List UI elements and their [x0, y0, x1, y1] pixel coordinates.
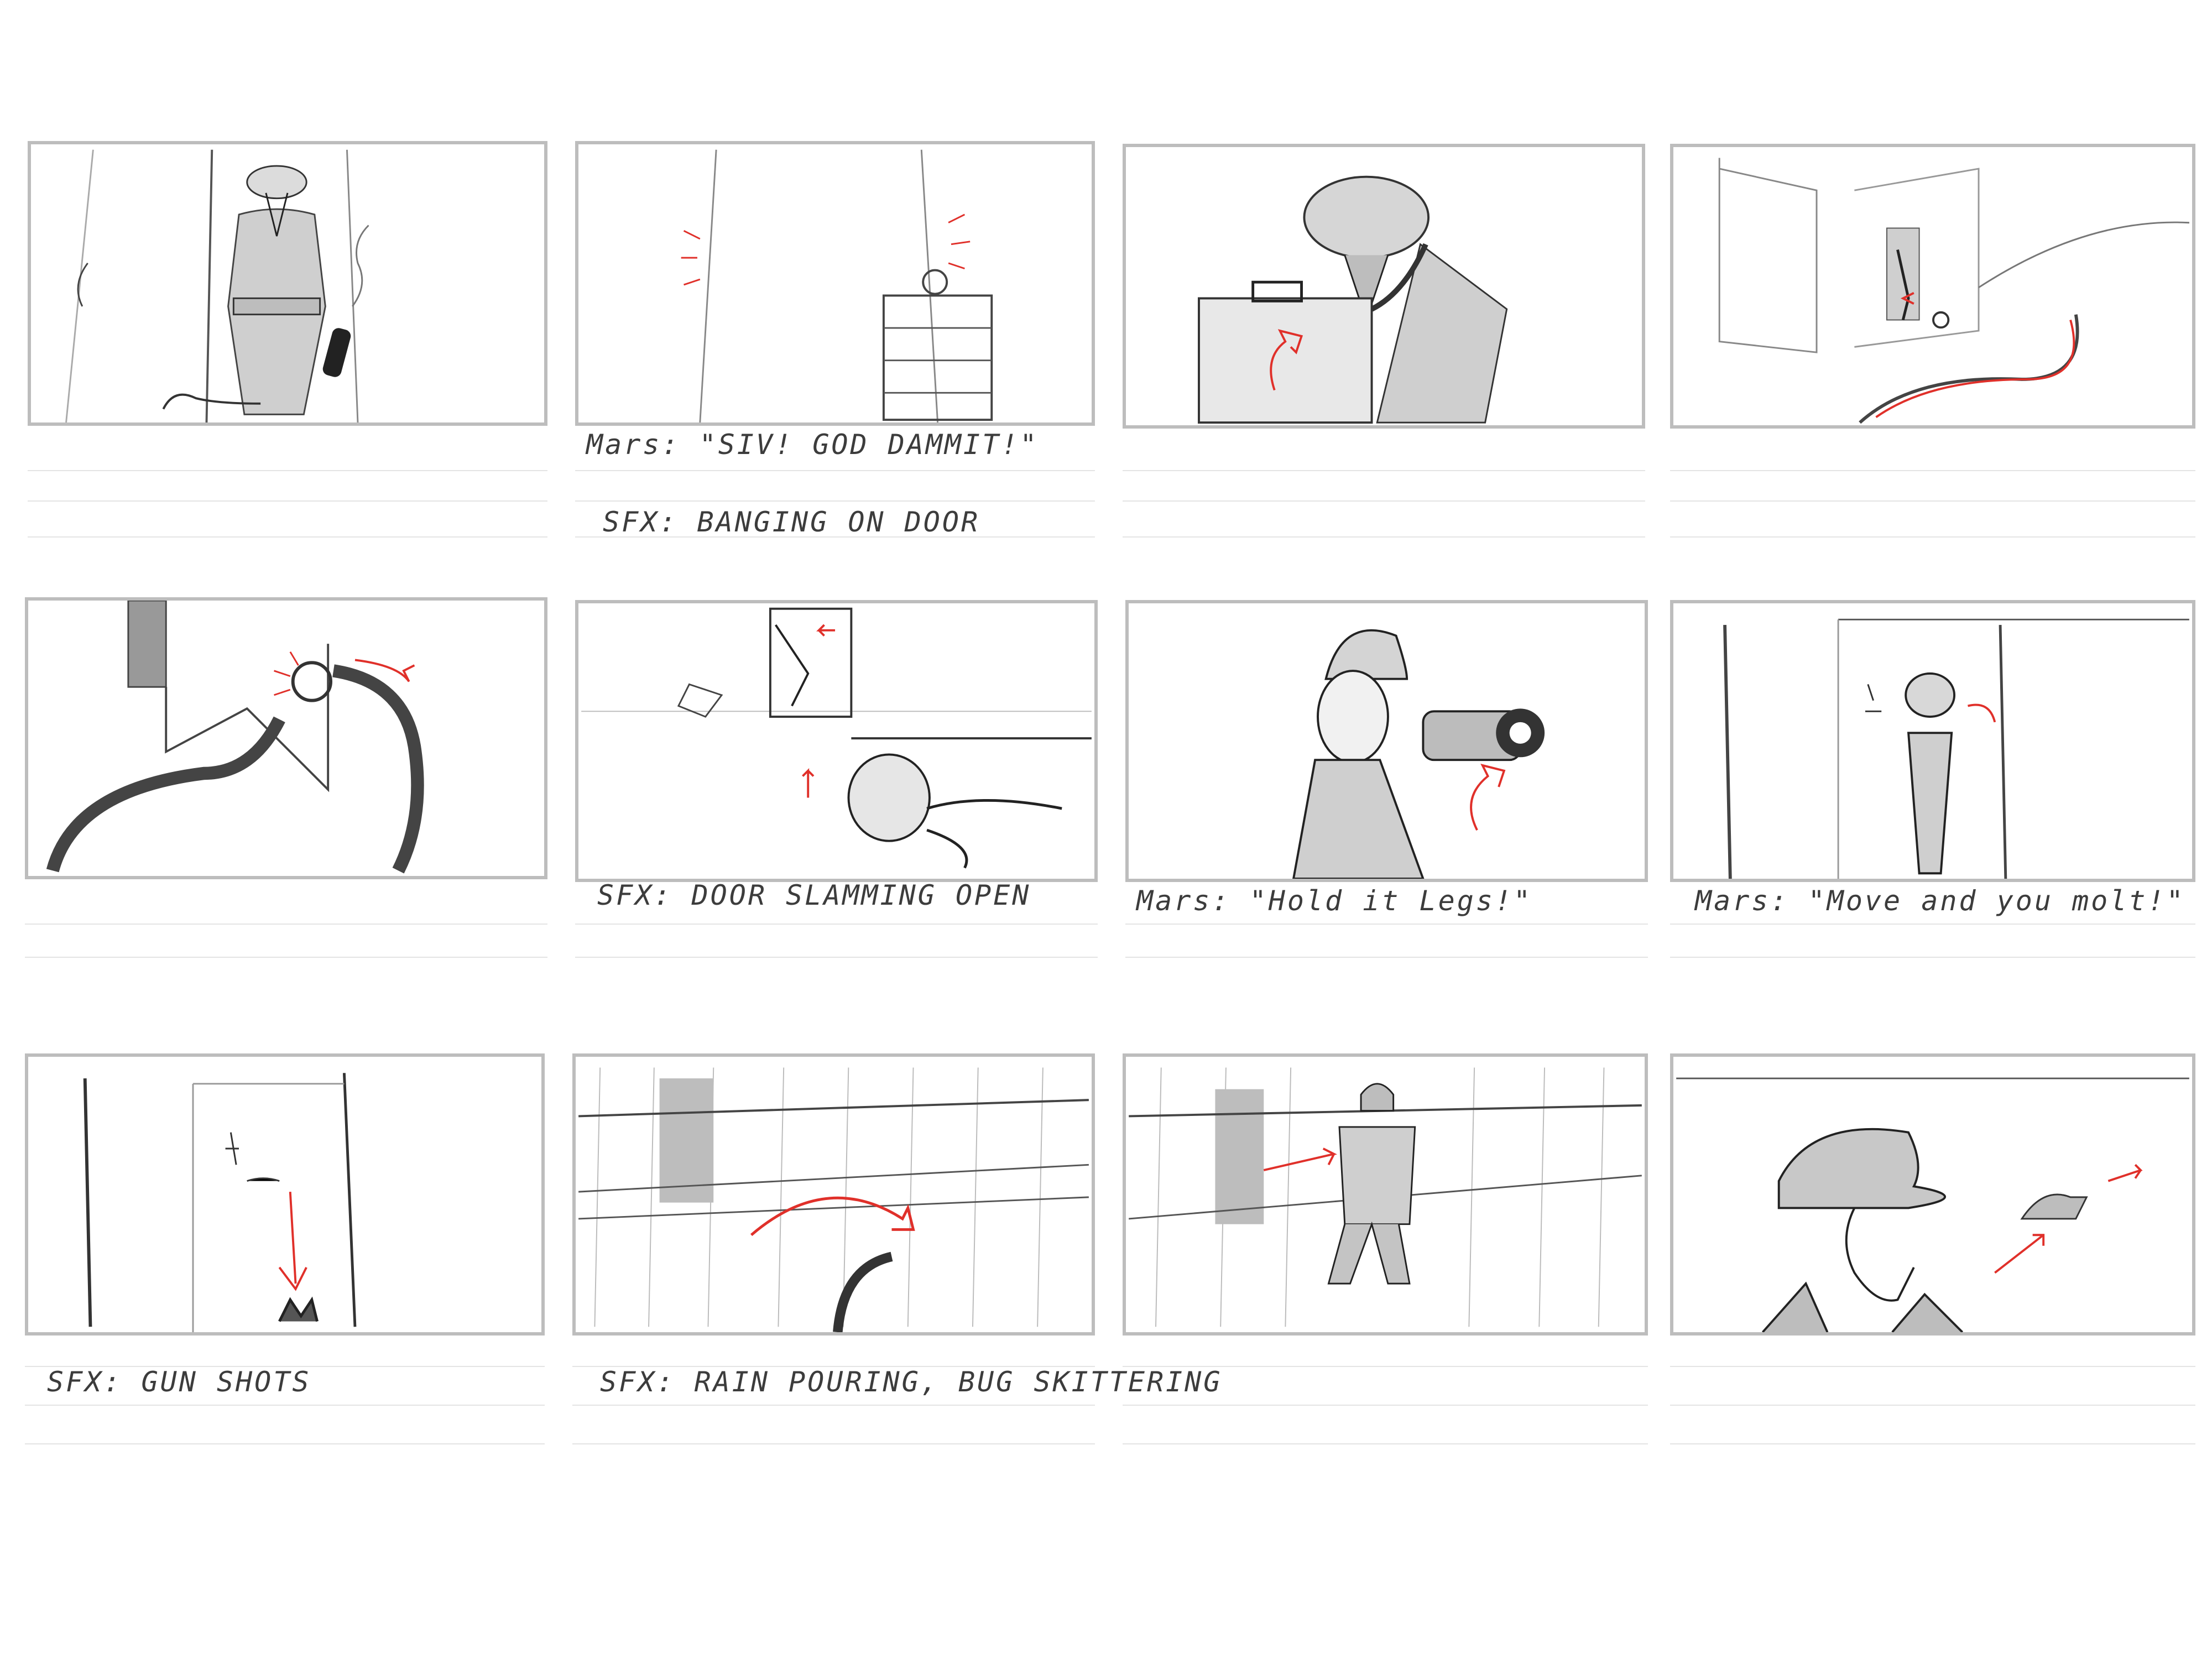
- sketch-door-briefcase: [681, 149, 993, 422]
- panel-9: [25, 1053, 545, 1335]
- sketch-rain-alley: [578, 1067, 1089, 1332]
- panel-6: [575, 600, 1098, 882]
- sketch-hallway-tail: [1718, 158, 2190, 424]
- panel-3: [1123, 144, 1645, 429]
- panel-2: [575, 141, 1095, 426]
- panel-8: [1670, 600, 2195, 882]
- panel-11: [1123, 1053, 1648, 1335]
- panel-4: [1670, 144, 2195, 429]
- sketch-door-slam-bug: [581, 607, 1092, 869]
- panel-2-dialogue: Mars: "SIV! GOD DAMMIT!": [586, 429, 1039, 461]
- panel-5: [25, 597, 547, 879]
- panel-8-dialogue: Mars: "Move and you molt!": [1695, 885, 2185, 917]
- panel-1: [28, 141, 547, 426]
- sketch-hat-car-chase: [1676, 1077, 2189, 1332]
- panel-9-sfx: SFX: GUN SHOTS: [47, 1366, 311, 1398]
- panel-10-sfx: SFX: RAIN POURING, BUG SKITTERING: [600, 1366, 1223, 1398]
- sketch-gunshots-doorway: [83, 1073, 357, 1332]
- panel-10: [572, 1053, 1095, 1335]
- sketch-detective-rain: [1129, 1067, 1642, 1327]
- sketch-detective-trenchcoat: [65, 149, 369, 422]
- sketch-bug-in-doorway: [1723, 618, 2189, 879]
- panel-7-dialogue: Mars: "Hold it Legs!": [1136, 885, 1533, 917]
- panel-12: [1670, 1053, 2195, 1335]
- sketch-detective-gun: [1292, 629, 1545, 879]
- panel-2-sfx: SFX: BANGING ON DOOR: [603, 506, 980, 538]
- sketch-tail-closeup: [46, 601, 424, 874]
- sketch-bug-opening-case: [1198, 175, 1508, 424]
- panel-7: [1125, 600, 1648, 882]
- panel-6-sfx: SFX: DOOR SLAMMING OPEN: [597, 879, 1031, 911]
